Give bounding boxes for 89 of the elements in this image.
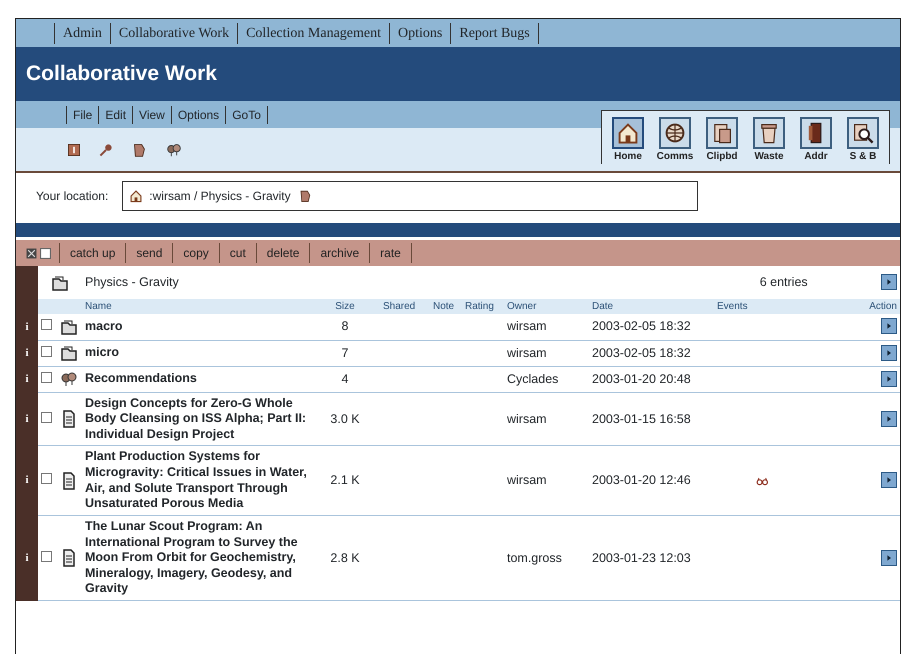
item-name[interactable]: Plant Production Systems for Microgravity: Critical Issues in Water, Air, and Solute Transport Through Unsaturated Porous Media — [85, 449, 307, 512]
owner-text: tom.gross — [507, 550, 562, 565]
triangle-icon[interactable] — [885, 476, 893, 484]
action-button[interactable]: rate — [369, 243, 412, 263]
menu-item[interactable]: Collection Management — [237, 22, 390, 44]
nav-button[interactable]: Comms — [653, 117, 697, 164]
location-field[interactable]: :wirsam / Physics - Gravity — [122, 181, 698, 211]
triangle-icon[interactable] — [885, 348, 893, 357]
nav-button[interactable]: Waste — [747, 117, 791, 164]
item-name[interactable]: Recommendations — [85, 371, 307, 387]
triangle-icon[interactable] — [885, 322, 893, 330]
date-text: 2003-01-20 12:46 — [592, 473, 691, 488]
size-text: 7 — [342, 346, 348, 360]
item-name[interactable]: micro — [85, 345, 307, 361]
date-text: 2003-01-20 20:48 — [592, 372, 691, 386]
action-button[interactable]: catch up — [59, 243, 126, 263]
menu-item[interactable]: Edit — [98, 106, 132, 124]
folder-name: Physics - Gravity — [85, 275, 179, 290]
magnifier-icon — [851, 121, 875, 145]
size-text: 2.1 K — [330, 473, 360, 488]
nav-button[interactable]: Clipbd — [700, 117, 744, 164]
globe-icon — [663, 121, 687, 145]
action-button[interactable]: send — [125, 243, 172, 263]
location-label: Your location: — [36, 188, 108, 205]
triangle-icon[interactable] — [885, 278, 893, 286]
size-text: 2.8 K — [330, 550, 360, 565]
nav-button[interactable]: Addr — [794, 117, 838, 164]
info-marker[interactable]: i — [16, 366, 38, 392]
go-button[interactable] — [881, 370, 897, 387]
date-text: 2003-01-23 12:03 — [592, 550, 691, 565]
go-button[interactable] — [881, 318, 897, 334]
triangle-icon[interactable] — [885, 414, 893, 423]
checkbox[interactable] — [41, 319, 52, 330]
column-header[interactable]: Date — [592, 301, 614, 312]
info-marker[interactable]: i — [16, 314, 38, 340]
column-header[interactable]: Name — [85, 301, 112, 312]
go-button[interactable] — [881, 472, 897, 488]
checkbox[interactable] — [41, 412, 52, 423]
checkbox[interactable] — [41, 473, 52, 484]
menu-item[interactable]: File — [66, 106, 98, 124]
size-text: 4 — [342, 372, 348, 386]
owner-text: Cyclades — [507, 372, 558, 386]
action-button[interactable]: copy — [172, 243, 219, 263]
checkbox[interactable] — [41, 372, 52, 383]
checkbox[interactable] — [41, 346, 52, 357]
owner-text: wirsam — [507, 319, 547, 334]
date-text: 2003-01-15 16:58 — [592, 412, 691, 426]
page-title: Collaborative Work — [26, 61, 217, 88]
house-icon — [129, 189, 144, 203]
menu-item[interactable]: Collaborative Work — [110, 22, 238, 44]
select-all-icon[interactable] — [26, 248, 37, 258]
owner-text: wirsam — [507, 412, 547, 426]
checkbox[interactable] — [41, 550, 52, 562]
info-marker[interactable]: i — [16, 340, 38, 366]
key-icon[interactable] — [98, 142, 114, 158]
action-button[interactable]: archive — [309, 243, 370, 263]
go-button[interactable] — [881, 410, 897, 427]
menu-item[interactable]: Report Bugs — [450, 22, 539, 44]
menu-item[interactable]: Options — [389, 22, 450, 44]
owner-text: wirsam — [507, 473, 547, 488]
triangle-icon[interactable] — [885, 374, 893, 383]
date-text: 2003-02-05 18:32 — [592, 346, 691, 360]
nav-button[interactable]: Home — [606, 117, 650, 164]
menu-item[interactable]: Admin — [54, 22, 110, 44]
action-button[interactable]: cut — [218, 243, 256, 263]
info-marker[interactable]: i — [16, 515, 38, 600]
entry-count: 6 entries — [760, 275, 808, 290]
location-path: :wirsam / Physics - Gravity — [149, 188, 291, 205]
menu-item[interactable]: View — [132, 106, 171, 124]
info-marker[interactable]: i — [16, 392, 38, 446]
go-button[interactable] — [881, 344, 897, 361]
triangle-icon[interactable] — [885, 554, 893, 562]
owner-text: wirsam — [507, 346, 547, 360]
size-text: 3.0 K — [330, 412, 360, 426]
info-marker[interactable]: i — [16, 446, 38, 516]
item-name[interactable]: macro — [85, 318, 307, 335]
item-name[interactable]: Design Concepts for Zero-G Whole Body Cleansing on ISS Alpha; Part II: Individual Design Project — [85, 396, 307, 442]
info-icon[interactable] — [66, 142, 82, 158]
select-none-icon[interactable] — [40, 248, 51, 258]
house-icon — [616, 121, 640, 145]
date-text: 2003-02-05 18:32 — [592, 319, 691, 334]
menu-item[interactable]: Options — [170, 106, 226, 124]
menu-item[interactable]: GoTo — [225, 106, 268, 124]
go-button[interactable] — [881, 274, 897, 290]
size-text: 8 — [342, 319, 348, 334]
go-button[interactable] — [881, 550, 897, 566]
item-name[interactable]: The Lunar Scout Program: An International Program to Survey the Moon From Orbit for Geochemistry, Mineralogy, Imagery, Geodesy, and Gravity — [85, 518, 307, 597]
action-button[interactable]: delete — [256, 243, 310, 263]
nav-button[interactable]: S & B — [841, 117, 885, 164]
